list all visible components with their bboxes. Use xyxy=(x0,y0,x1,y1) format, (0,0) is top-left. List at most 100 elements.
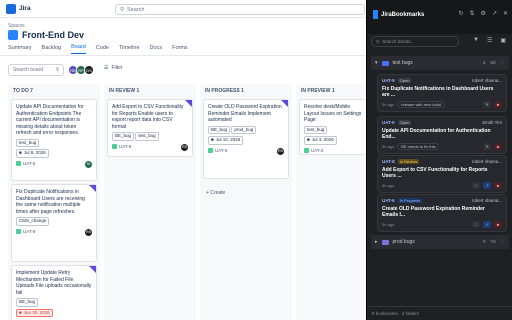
tab-summary[interactable]: Summary xyxy=(8,44,32,54)
folder-name: prod bugs xyxy=(392,239,415,245)
search-icon: ⚲ xyxy=(55,67,59,73)
assignee-avatar[interactable]: SI xyxy=(85,160,92,168)
bookmark-search-input[interactable]: ⚲ Search tickets... xyxy=(371,36,459,47)
status-badge: Open xyxy=(397,78,412,83)
panel-header: JiraBookmarks ↻ ⇅ ⚙ ↗ ✕ xyxy=(367,0,512,34)
sync-icon[interactable]: ⇅ xyxy=(470,10,475,17)
global-search-input[interactable]: ⚲ Search xyxy=(115,4,365,15)
card-title: Add Export to CSV Functionality for Repo… xyxy=(112,104,184,130)
bookmark-key[interactable]: UAT-8 xyxy=(382,159,395,164)
tab-label: Board xyxy=(71,44,86,50)
delete-icon[interactable]: ■ xyxy=(494,221,502,228)
issue-key[interactable]: UAT-2 xyxy=(304,148,323,155)
bookmark-card[interactable]: UAT-9 Open robert shama... Fix Duplicate N… xyxy=(377,74,507,112)
bookmark-key[interactable]: UAT-6 xyxy=(382,198,395,203)
status-badge: In Review xyxy=(397,159,420,164)
breadcrumb[interactable]: Spaces xyxy=(8,23,25,29)
due-date: ■ Jul 8, 2026 xyxy=(16,149,49,158)
open-link-icon[interactable]: ↗ xyxy=(483,221,491,228)
due-date: ■ Jul 10, 2026 xyxy=(208,136,244,145)
issue-key[interactable]: UAT-6 xyxy=(208,148,227,155)
issue-key[interactable]: UAT-8 xyxy=(112,144,131,151)
tab-docs[interactable]: Docs xyxy=(150,44,163,54)
export-icon[interactable]: ↗ xyxy=(492,10,497,17)
gear-icon[interactable]: ⚙ xyxy=(481,10,486,17)
assignee-avatar[interactable]: RS xyxy=(85,228,92,236)
edit-icon[interactable]: ✎ xyxy=(483,101,491,108)
calendar-icon: ■ xyxy=(211,137,214,142)
card-footer: UAT-9 RS xyxy=(16,228,92,236)
issue-card[interactable]: Update API Documentation for Authenticat… xyxy=(11,99,97,181)
folder-prod-bugs[interactable]: ▸ prod bugs 0 7d ⋮ xyxy=(371,235,509,249)
tab-code[interactable]: Code xyxy=(96,44,109,54)
issue-card[interactable]: Create OLD Password Expiration Reminder … xyxy=(203,99,289,179)
due-date: ■ Jun 30, 2026 xyxy=(16,308,53,317)
assignee-avatar[interactable]: RS xyxy=(277,147,284,155)
chevron-right-icon: ▸ xyxy=(375,239,378,245)
avatar[interactable]: DS xyxy=(84,65,94,75)
calendar-icon: ■ xyxy=(307,137,310,142)
filter-button[interactable]: ☰ Filter xyxy=(104,65,123,71)
issue-card[interactable]: Fix Duplicate Notifications in Dashboard… xyxy=(11,184,97,262)
issue-card[interactable]: Add Export to CSV Functionality for Repo… xyxy=(107,99,193,157)
filter-icon[interactable]: ▼ xyxy=(473,37,479,44)
panel-title-text: JiraBookmarks xyxy=(381,11,425,18)
delete-icon[interactable]: ■ xyxy=(494,143,502,150)
label-tag: prod_bug xyxy=(231,125,257,134)
bookmark-card[interactable]: UAT-8 In Review robert shama... Add Export… xyxy=(377,155,507,193)
tab-board[interactable]: Board xyxy=(71,44,86,54)
bookmark-key[interactable]: UAT-5 xyxy=(382,120,395,125)
bookmark-card[interactable]: UAT-5 Open Smith Tim Update API Documentat… xyxy=(377,116,507,154)
note-icon[interactable]: □ xyxy=(472,182,480,189)
bookmark-key[interactable]: UAT-9 xyxy=(382,78,395,83)
task-icon xyxy=(208,148,213,154)
issue-key[interactable]: UAT-9 xyxy=(16,229,35,236)
assignee-avatar[interactable]: RS xyxy=(181,143,188,151)
folder-meta: 0 7d ⋮ xyxy=(483,239,505,245)
project-icon xyxy=(8,30,18,40)
tab-forms[interactable]: Forms xyxy=(172,44,188,54)
jira-logo-icon xyxy=(6,3,16,14)
delete-icon[interactable]: ■ xyxy=(494,182,502,189)
issue-key[interactable]: UAT-5 xyxy=(16,161,35,168)
filter-label: Filter xyxy=(111,65,123,71)
board-search-input[interactable]: Search board ⚲ xyxy=(8,64,64,76)
bookmark-header: UAT-6 In Progress robert shama... xyxy=(382,198,502,203)
jira-logo[interactable]: Jira xyxy=(6,3,31,14)
bookmark-title[interactable]: Fix Duplicate Notifications in Dashboard… xyxy=(382,86,502,98)
bookmark-card[interactable]: UAT-6 In Progress robert shama... Create O… xyxy=(377,194,507,232)
board-column-in-progress: IN PROGRESS 1 Create OLD Password Expira… xyxy=(200,84,292,320)
create-issue-button[interactable]: + Create xyxy=(206,190,225,196)
tab-timeline[interactable]: Timeline xyxy=(119,44,140,54)
issue-card[interactable]: Resolve desk/Mobile Layout Issues on Set… xyxy=(299,99,366,155)
issue-card[interactable]: Implement Update Retry Mechanism for Fai… xyxy=(11,265,97,320)
app-name: Jira xyxy=(19,5,31,12)
avatar-group: RB RP DS xyxy=(68,65,94,75)
bookmark-age: 3h ago xyxy=(382,183,395,188)
bookmark-title[interactable]: Create OLD Password Expiration Reminder … xyxy=(382,206,502,218)
open-link-icon[interactable]: ↗ xyxy=(483,182,491,189)
task-icon xyxy=(16,229,21,235)
refresh-icon[interactable]: ↻ xyxy=(458,10,463,17)
status-badge: Open xyxy=(397,120,412,125)
folder-test-bugs[interactable]: ▾ test bugs 4 8d ⋮ xyxy=(371,56,509,70)
label-tag: CMS_change xyxy=(16,217,50,226)
close-icon[interactable]: ✕ xyxy=(503,10,508,17)
board-area: Spaces Front-End Dev Summary Backlog Boa… xyxy=(0,18,366,320)
folder-age: 7d xyxy=(490,239,496,244)
bookmark-title[interactable]: Update API Documentation for Authenticat… xyxy=(382,128,502,140)
new-folder-icon[interactable]: ▣ xyxy=(500,37,506,44)
delete-icon[interactable]: ■ xyxy=(494,101,502,108)
folder-icon xyxy=(381,60,389,66)
bookmark-title[interactable]: Add Export to CSV Functionality for Repo… xyxy=(382,167,502,179)
note-icon[interactable]: □ xyxy=(472,221,480,228)
bookmark-actions: □ ↗ ■ xyxy=(472,182,502,189)
card-footer: UAT-5 SI xyxy=(16,160,92,168)
edit-icon[interactable]: ✎ xyxy=(483,143,491,150)
more-icon[interactable]: ⋮ xyxy=(501,239,506,245)
tab-backlog[interactable]: Backlog xyxy=(42,44,62,54)
task-icon xyxy=(16,161,21,167)
list-view-icon[interactable]: ☰ xyxy=(487,37,492,44)
more-icon[interactable]: ⋮ xyxy=(501,60,506,66)
folder-count: 4 xyxy=(482,60,486,65)
